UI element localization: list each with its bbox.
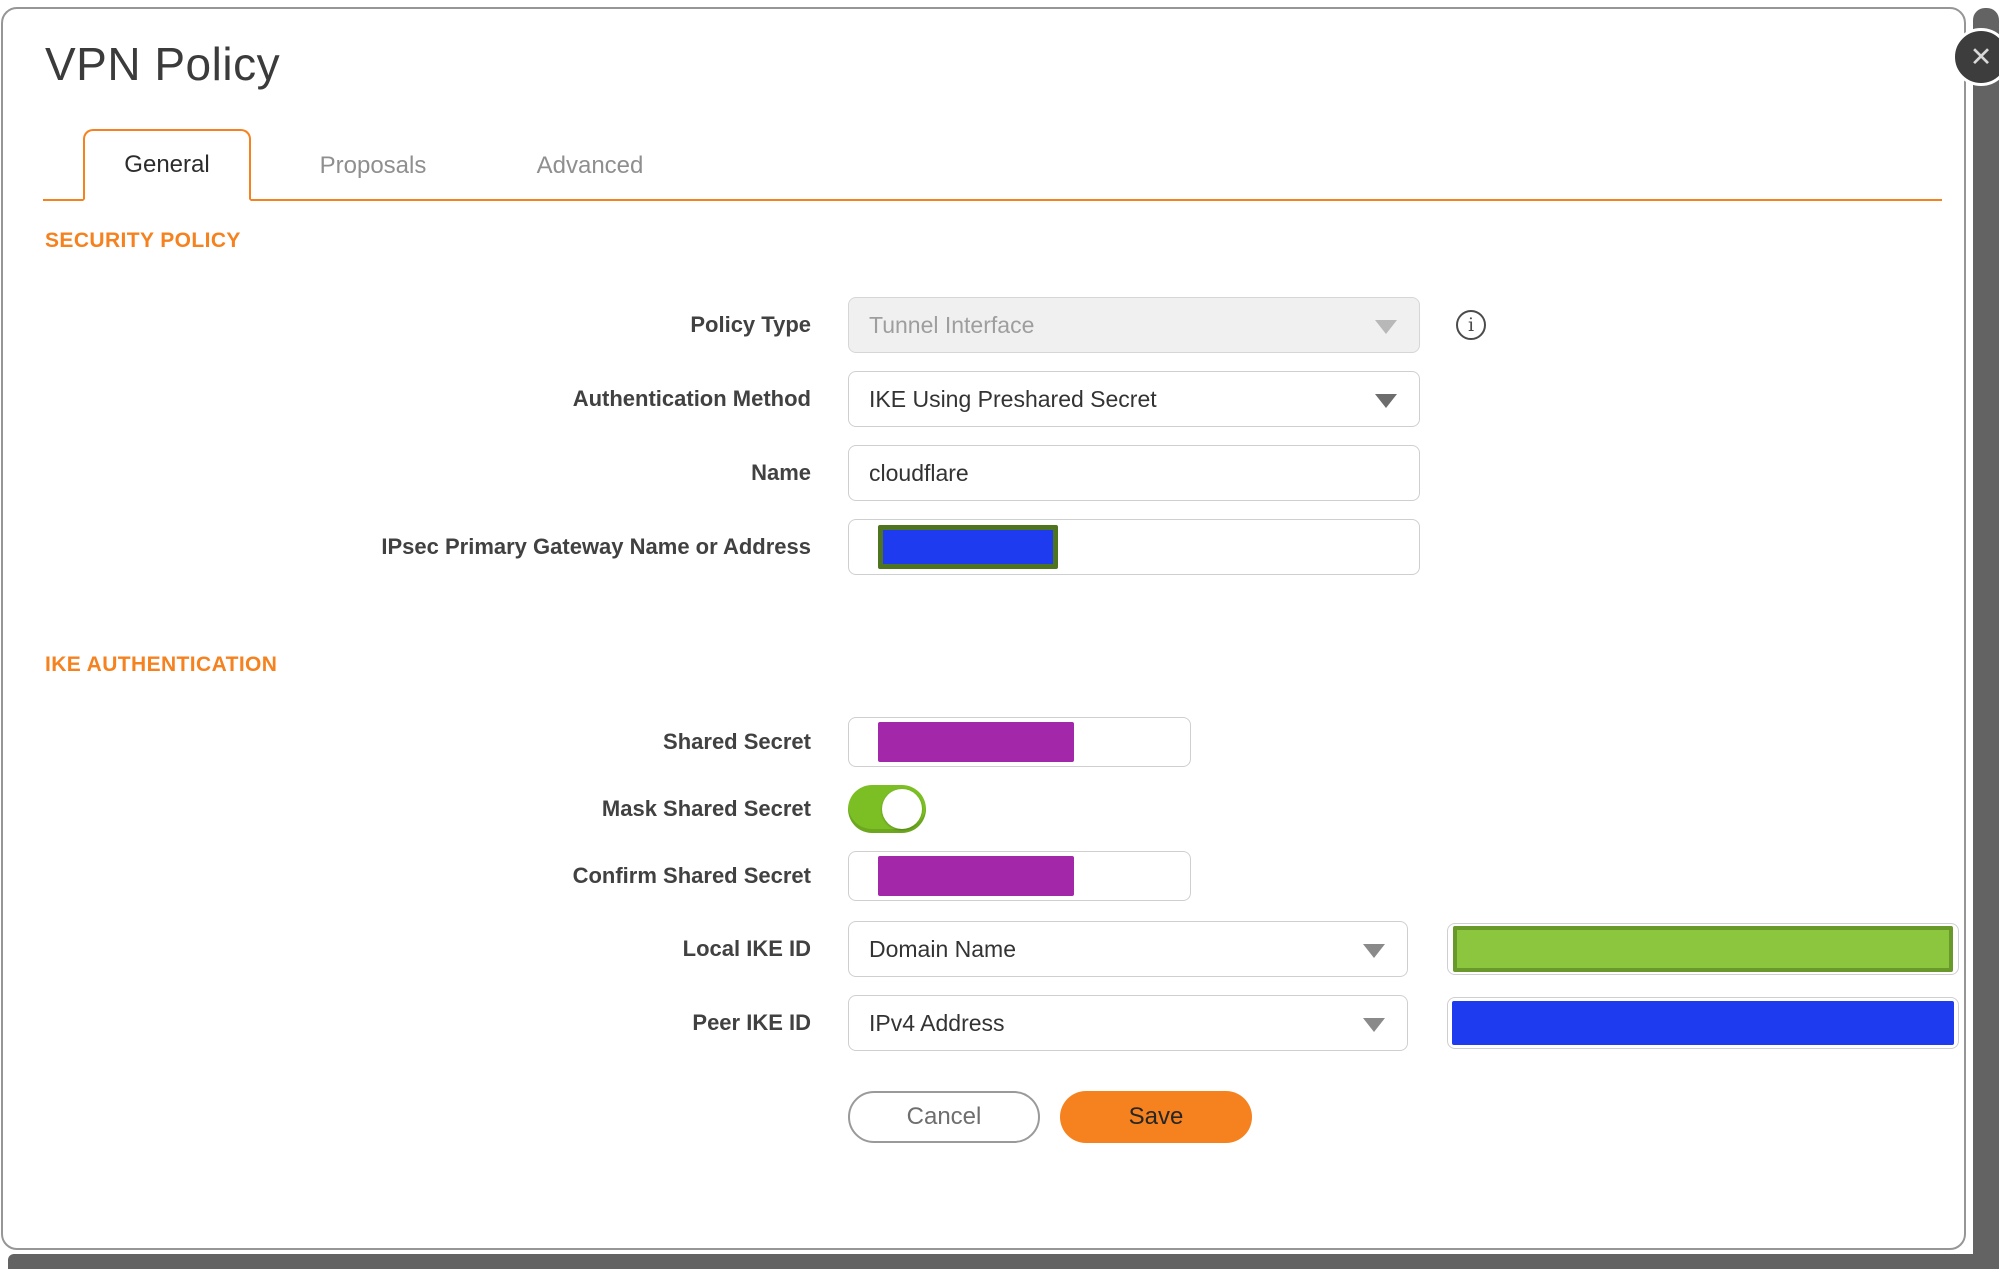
tab-bar: General Proposals Advanced xyxy=(43,129,1942,201)
vpn-policy-dialog: VPN Policy General Proposals Advanced SE… xyxy=(1,7,1966,1250)
cancel-button[interactable]: Cancel xyxy=(848,1091,1040,1143)
authentication-method-select[interactable]: IKE Using Preshared Secret xyxy=(848,371,1420,427)
confirm-shared-secret-row: Confirm Shared Secret xyxy=(43,851,1964,901)
local-ike-id-redacted-value xyxy=(1453,926,1953,972)
tab-general[interactable]: General xyxy=(83,129,251,201)
close-icon: ✕ xyxy=(1969,41,1993,72)
dialog-actions: Cancel Save xyxy=(848,1091,1964,1143)
tab-advanced-label: Advanced xyxy=(536,152,644,179)
tab-advanced[interactable]: Advanced xyxy=(524,133,656,199)
gateway-label: IPsec Primary Gateway Name or Address xyxy=(381,534,811,559)
shared-secret-row: Shared Secret xyxy=(43,717,1964,767)
name-value: cloudflare xyxy=(869,459,969,486)
page-title: VPN Policy xyxy=(45,38,281,90)
tab-proposals-label: Proposals xyxy=(319,152,427,179)
local-ike-id-label: Local IKE ID xyxy=(682,936,811,961)
name-label: Name xyxy=(751,460,811,485)
mask-shared-secret-row: Mask Shared Secret xyxy=(43,785,1964,833)
shared-secret-input[interactable] xyxy=(848,717,1191,767)
tab-general-label: General xyxy=(124,151,210,178)
confirm-shared-secret-input[interactable] xyxy=(848,851,1191,901)
info-icon[interactable]: i xyxy=(1456,310,1486,340)
toggle-knob xyxy=(882,789,922,829)
shared-secret-redacted-value xyxy=(878,722,1074,762)
gateway-row: IPsec Primary Gateway Name or Address xyxy=(43,519,1964,575)
chevron-down-icon xyxy=(1375,320,1397,334)
chevron-down-icon xyxy=(1363,944,1385,958)
authentication-method-value: IKE Using Preshared Secret xyxy=(869,385,1157,412)
local-ike-id-select[interactable]: Domain Name xyxy=(848,921,1408,977)
policy-type-row: Policy Type Tunnel Interface i xyxy=(43,297,1964,353)
peer-ike-id-input[interactable] xyxy=(1447,997,1959,1049)
authentication-method-label: Authentication Method xyxy=(572,386,811,411)
confirm-shared-secret-label: Confirm Shared Secret xyxy=(572,863,811,888)
page-backdrop-bottom xyxy=(8,1254,1999,1269)
peer-ike-id-label: Peer IKE ID xyxy=(692,1010,811,1035)
policy-type-value: Tunnel Interface xyxy=(869,311,1035,338)
name-input[interactable]: cloudflare xyxy=(848,445,1420,501)
save-button[interactable]: Save xyxy=(1060,1091,1252,1143)
policy-type-select: Tunnel Interface xyxy=(848,297,1420,353)
peer-ike-id-redacted-value xyxy=(1452,1001,1954,1045)
policy-type-label: Policy Type xyxy=(690,312,811,337)
page-backdrop-right xyxy=(1973,8,1999,1269)
peer-ike-id-row: Peer IKE ID IPv4 Address xyxy=(43,995,1964,1051)
authentication-method-row: Authentication Method IKE Using Preshare… xyxy=(43,371,1964,427)
local-ike-id-type: Domain Name xyxy=(869,935,1016,962)
ike-authentication-heading: IKE AUTHENTICATION xyxy=(45,653,278,676)
chevron-down-icon xyxy=(1363,1018,1385,1032)
chevron-down-icon xyxy=(1375,394,1397,408)
local-ike-id-row: Local IKE ID Domain Name xyxy=(43,921,1964,977)
peer-ike-id-type: IPv4 Address xyxy=(869,1009,1005,1036)
peer-ike-id-select[interactable]: IPv4 Address xyxy=(848,995,1408,1051)
confirm-shared-secret-redacted-value xyxy=(878,856,1074,896)
name-row: Name cloudflare xyxy=(43,445,1964,501)
tab-proposals[interactable]: Proposals xyxy=(307,133,439,199)
mask-shared-secret-label: Mask Shared Secret xyxy=(601,796,811,821)
local-ike-id-input[interactable] xyxy=(1447,923,1959,975)
shared-secret-label: Shared Secret xyxy=(663,729,811,754)
security-policy-heading: SECURITY POLICY xyxy=(45,229,241,252)
gateway-input[interactable] xyxy=(848,519,1420,575)
gateway-redacted-value xyxy=(878,525,1058,569)
mask-shared-secret-toggle[interactable] xyxy=(848,785,926,833)
